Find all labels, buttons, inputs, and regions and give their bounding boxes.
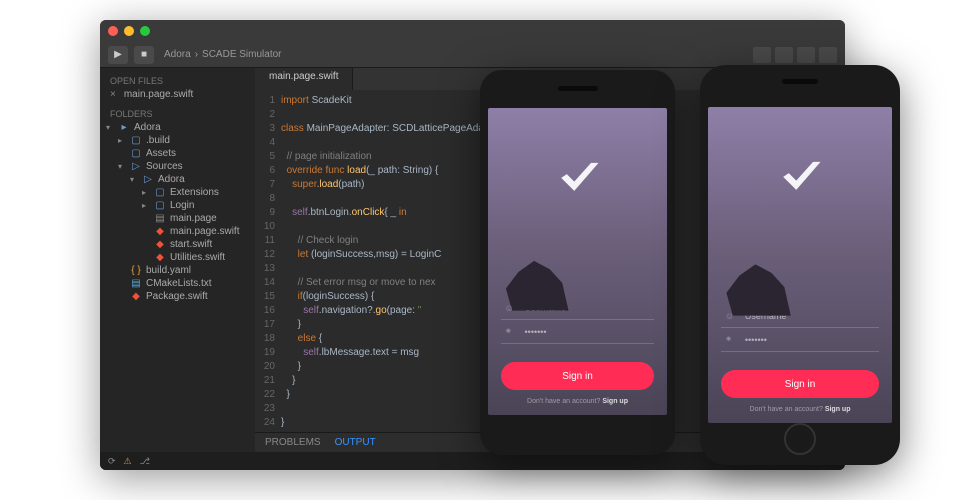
ios-screen: ☺Username ⁕••••••• Sign in Don't have an… [708,107,892,423]
chevron-right-icon: ▸ [142,201,150,210]
tree-folder[interactable]: ▸▢.build [100,134,255,147]
signin-button[interactable]: Sign in [501,362,655,390]
lock-icon: ⁕ [725,334,737,345]
breadcrumb[interactable]: Adora › SCADE Simulator [164,49,282,60]
ios-simulator: ☺Username ⁕••••••• Sign in Don't have an… [700,65,900,465]
toolbar-add-button[interactable] [753,47,771,63]
tree-file[interactable]: ◆Package.swift [100,290,255,303]
signin-button[interactable]: Sign in [721,370,879,398]
password-field[interactable]: ⁕••••••• [501,320,655,344]
lock-icon: ⁕ [505,326,517,337]
swift-icon: ◆ [154,226,166,237]
panel-tab-output[interactable]: OUTPUT [335,437,376,448]
tree-folder[interactable]: ▢Assets [100,147,255,160]
user-icon: ☺ [725,311,737,321]
tree-file[interactable]: ◆start.swift [100,238,255,251]
status-branch-icon[interactable]: ⎇ [140,456,150,467]
password-field[interactable]: ⁕••••••• [721,328,879,352]
chevron-down-icon: ▾ [106,123,114,132]
android-simulator: ☺Username ⁕••••••• Sign in Don't have an… [480,70,675,455]
status-warning-icon[interactable]: ⚠ [124,456,132,467]
swift-icon: ◆ [154,239,166,250]
tree-folder[interactable]: ▸▢Extensions [100,186,255,199]
stop-button[interactable]: ■ [134,46,154,64]
chevron-down-icon: ▾ [118,162,126,171]
android-screen: ☺Username ⁕••••••• Sign in Don't have an… [488,108,667,415]
folder-icon: ▢ [130,135,142,146]
folder-icon: ▷ [130,161,142,172]
user-icon: ☺ [505,303,517,313]
tree-folder[interactable]: ▾▸Adora [100,121,255,134]
app-logo-checkmark-icon [772,147,828,203]
tree-folder[interactable]: ▾▷Adora [100,173,255,186]
page-icon: ▤ [154,213,166,224]
text-file-icon: ▤ [130,278,142,289]
folder-icon: ▸ [118,122,130,133]
tree-folder[interactable]: ▾▷Sources [100,160,255,173]
editor-tab[interactable]: main.page.swift [255,68,353,90]
line-gutter: 123456789101112131415161718192021222324 [255,90,281,432]
sidebar: OPEN FILES × main.page.swift FOLDERS ▾▸A… [100,68,255,452]
toolbar-layout-button[interactable] [775,47,793,63]
open-files-header: OPEN FILES [100,74,255,88]
open-file-item[interactable]: × main.page.swift [100,88,255,101]
background-rock [726,259,790,316]
chevron-right-icon: ▸ [142,188,150,197]
folder-icon: ▢ [130,148,142,159]
app-logo-checkmark-icon [550,148,606,204]
tree-folder[interactable]: ▸▢Login [100,199,255,212]
chevron-down-icon: ▾ [130,175,138,184]
breadcrumb-item[interactable]: Adora [164,49,191,60]
panel-tab-problems[interactable]: PROBLEMS [265,437,321,448]
window-close-button[interactable] [108,26,118,36]
tree-file[interactable]: ◆Utilities.swift [100,251,255,264]
window-maximize-button[interactable] [140,26,150,36]
signup-prompt[interactable]: Don't have an account? Sign up [750,406,851,413]
toolbar-panel-button[interactable] [819,47,837,63]
chevron-right-icon: › [195,49,198,60]
tree-file[interactable]: ▤CMakeLists.txt [100,277,255,290]
chevron-right-icon: ▸ [118,136,126,145]
folder-icon: ▢ [154,187,166,198]
window-minimize-button[interactable] [124,26,134,36]
folder-icon: ▷ [142,174,154,185]
status-sync-icon[interactable]: ⟳ [108,456,116,467]
tree-file[interactable]: ◆main.page.swift [100,225,255,238]
signup-prompt[interactable]: Don't have an account? Sign up [527,398,628,405]
tree-file[interactable]: ▤main.page [100,212,255,225]
open-file-label: main.page.swift [124,89,193,100]
window-titlebar [100,20,845,42]
folders-header: FOLDERS [100,107,255,121]
yaml-icon: { } [130,265,142,276]
run-button[interactable]: ▶ [108,46,128,64]
tree-file[interactable]: { }build.yaml [100,264,255,277]
folder-icon: ▢ [154,200,166,211]
close-icon[interactable]: × [106,89,120,100]
toolbar-preview-button[interactable] [797,47,815,63]
breadcrumb-item[interactable]: SCADE Simulator [202,49,281,60]
swift-icon: ◆ [130,291,142,302]
swift-icon: ◆ [154,252,166,263]
